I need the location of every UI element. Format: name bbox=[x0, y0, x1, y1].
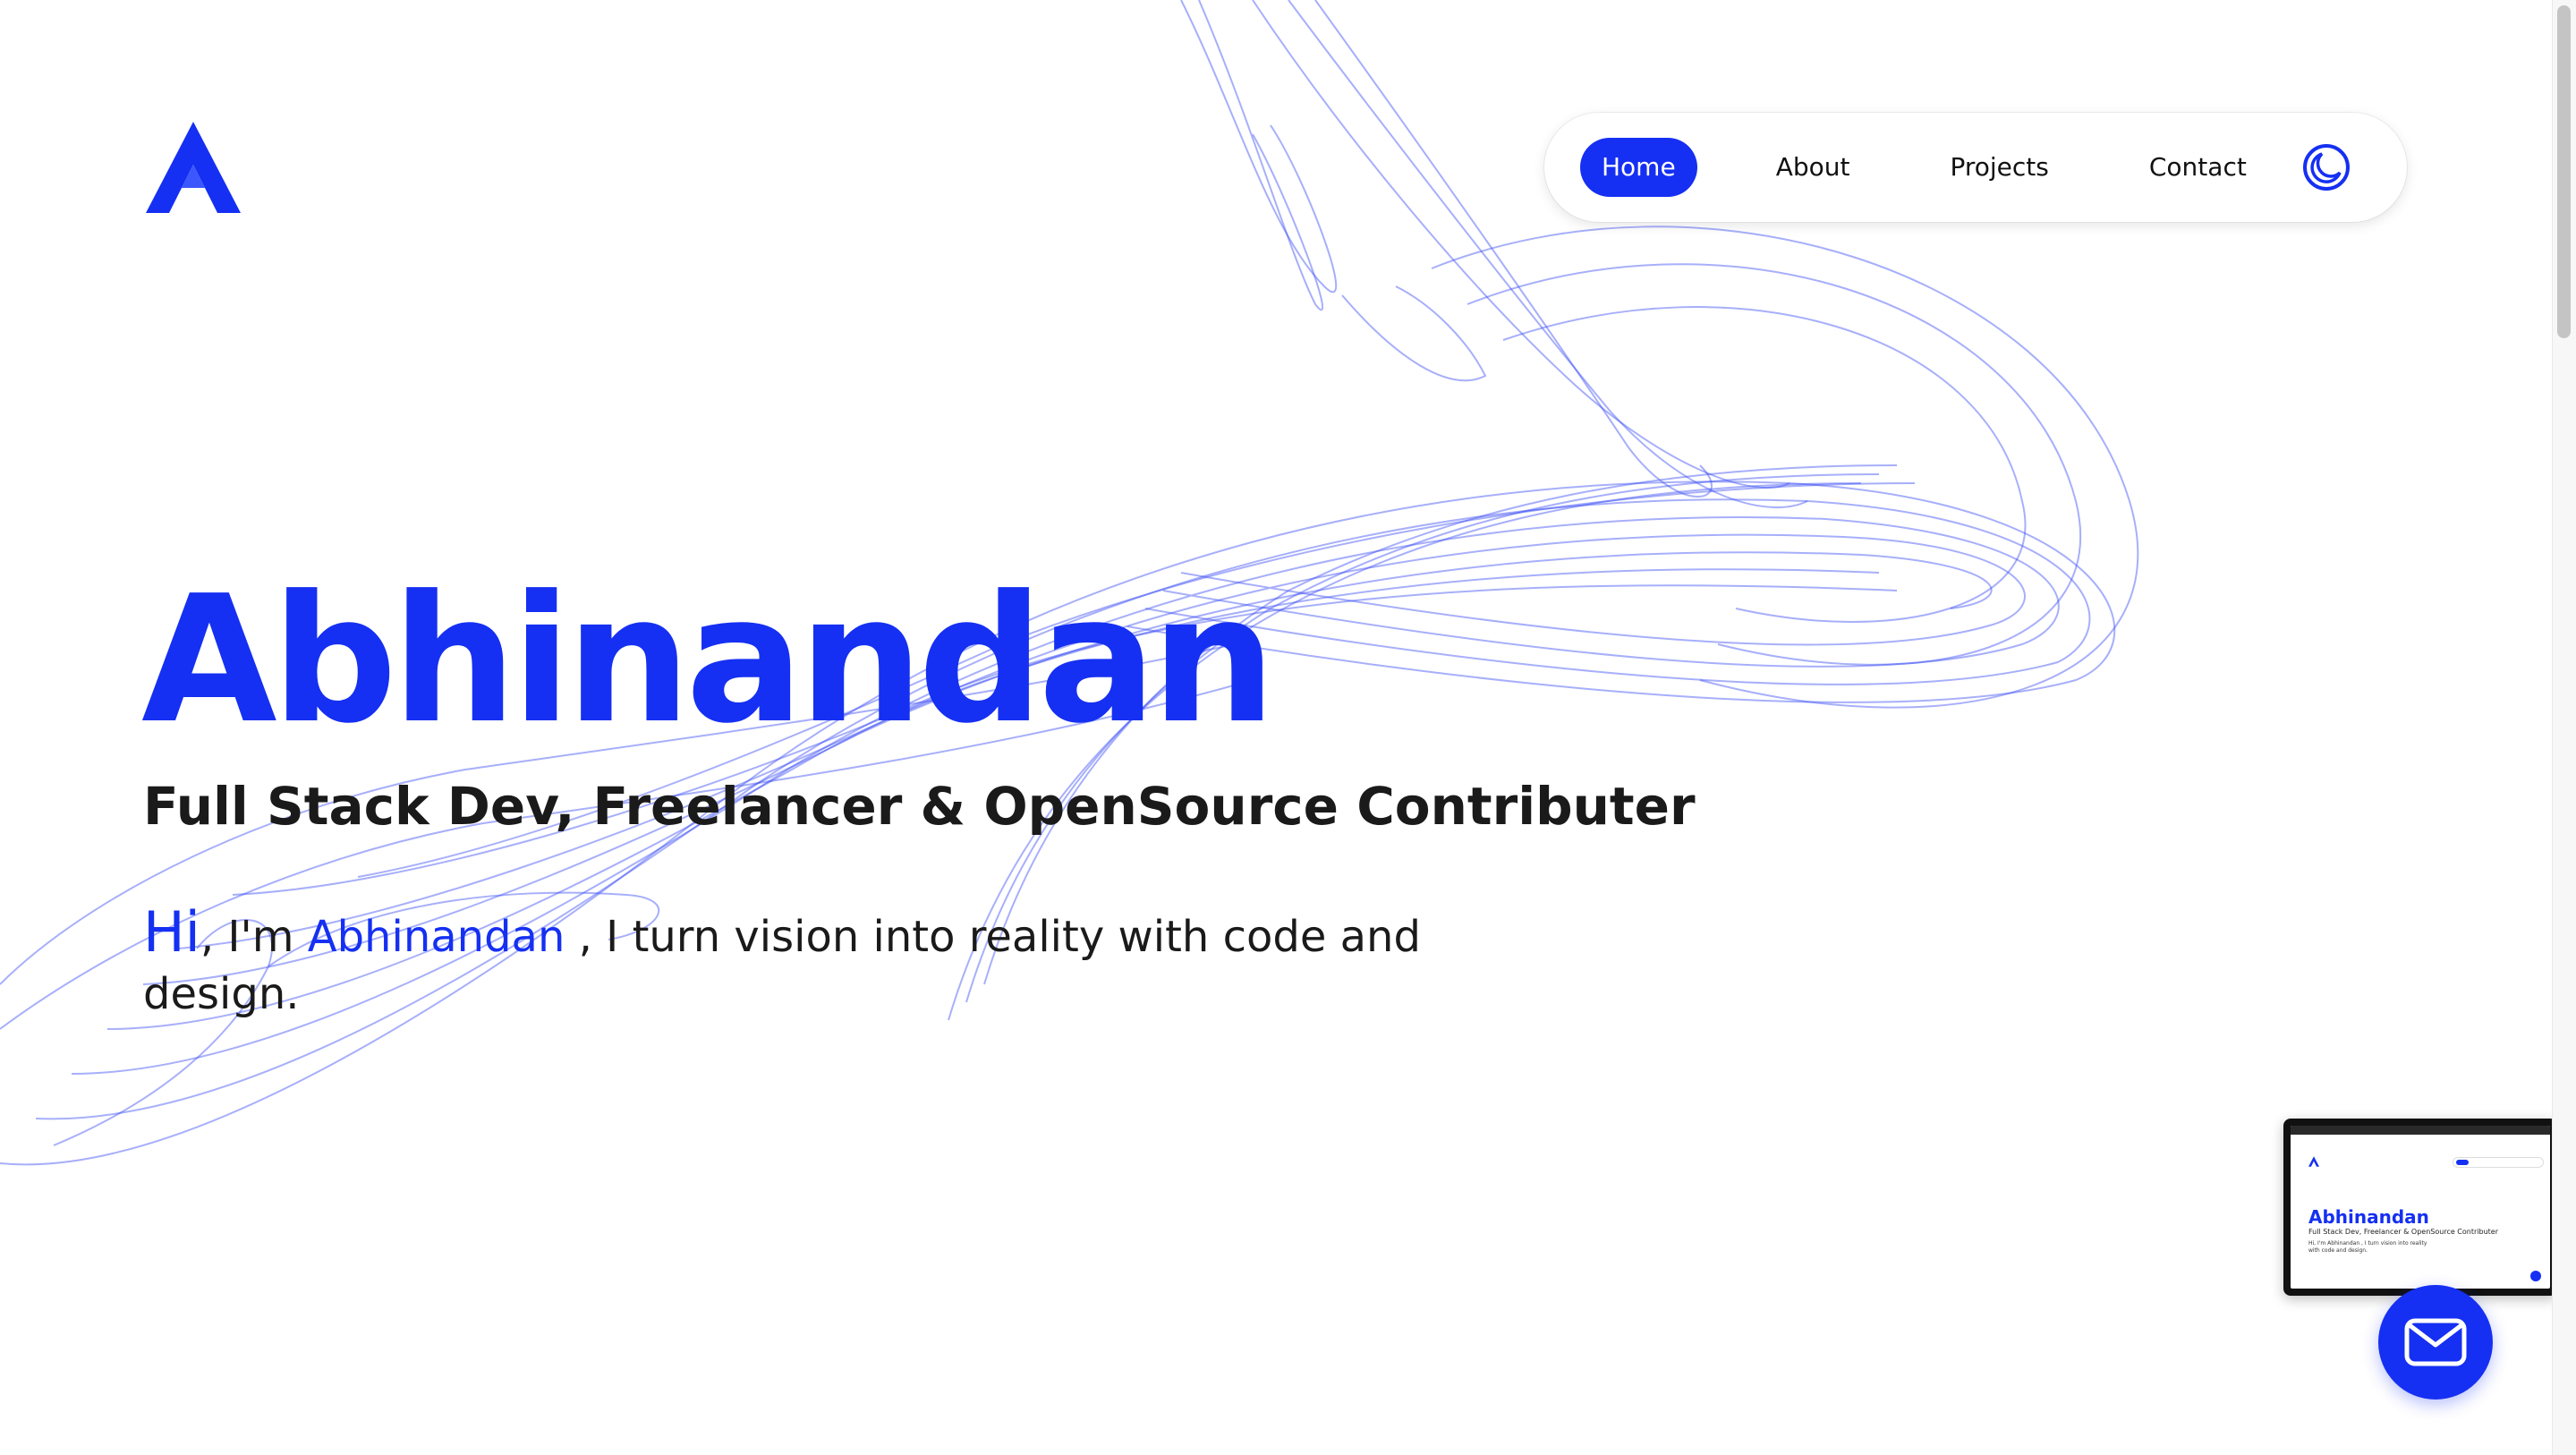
preview-navbar bbox=[2453, 1158, 2543, 1167]
moon-icon bbox=[2302, 144, 2350, 191]
preview-nav-active bbox=[2456, 1160, 2469, 1165]
preview-intro: Hi, I'm Abhinandan , I turn vision into … bbox=[2308, 1240, 2427, 1254]
hero-name: Abhinandan bbox=[141, 558, 1276, 762]
preview-name: Abhinandan bbox=[2308, 1206, 2429, 1228]
greeting-text: Hi bbox=[143, 899, 200, 965]
screen-preview-thumbnail[interactable]: Abhinandan Full Stack Dev, Freelancer & … bbox=[2283, 1119, 2557, 1296]
logo-icon[interactable] bbox=[146, 122, 241, 213]
page-scrollbar[interactable] bbox=[2552, 0, 2576, 1455]
contact-mail-button[interactable] bbox=[2378, 1285, 2493, 1400]
preview-browser-bar bbox=[2291, 1126, 2550, 1135]
theme-toggle-button[interactable] bbox=[2302, 143, 2351, 191]
intro-text-1: , I'm bbox=[200, 912, 308, 962]
top-navbar: Home About Projects Contact bbox=[1544, 113, 2407, 222]
preview-fab bbox=[2530, 1271, 2541, 1281]
preview-logo-icon bbox=[2308, 1156, 2319, 1167]
mail-icon bbox=[2404, 1318, 2467, 1366]
nav-about[interactable]: About bbox=[1755, 138, 1872, 197]
portfolio-page: Home About Projects Contact Abhinandan F… bbox=[0, 0, 2576, 1455]
nav-home[interactable]: Home bbox=[1580, 138, 1697, 197]
nav-contact[interactable]: Contact bbox=[2128, 138, 2268, 197]
nav-projects[interactable]: Projects bbox=[1928, 138, 2070, 197]
scrollbar-thumb[interactable] bbox=[2557, 5, 2571, 338]
preview-screen: Abhinandan Full Stack Dev, Freelancer & … bbox=[2291, 1126, 2550, 1289]
hero-subtitle: Full Stack Dev, Freelancer & OpenSource … bbox=[143, 776, 1696, 837]
preview-subtitle: Full Stack Dev, Freelancer & OpenSource … bbox=[2308, 1228, 2499, 1236]
intro-name: Abhinandan bbox=[307, 912, 565, 962]
hero-intro: Hi, I'm Abhinandan , I turn vision into … bbox=[143, 904, 1539, 1023]
